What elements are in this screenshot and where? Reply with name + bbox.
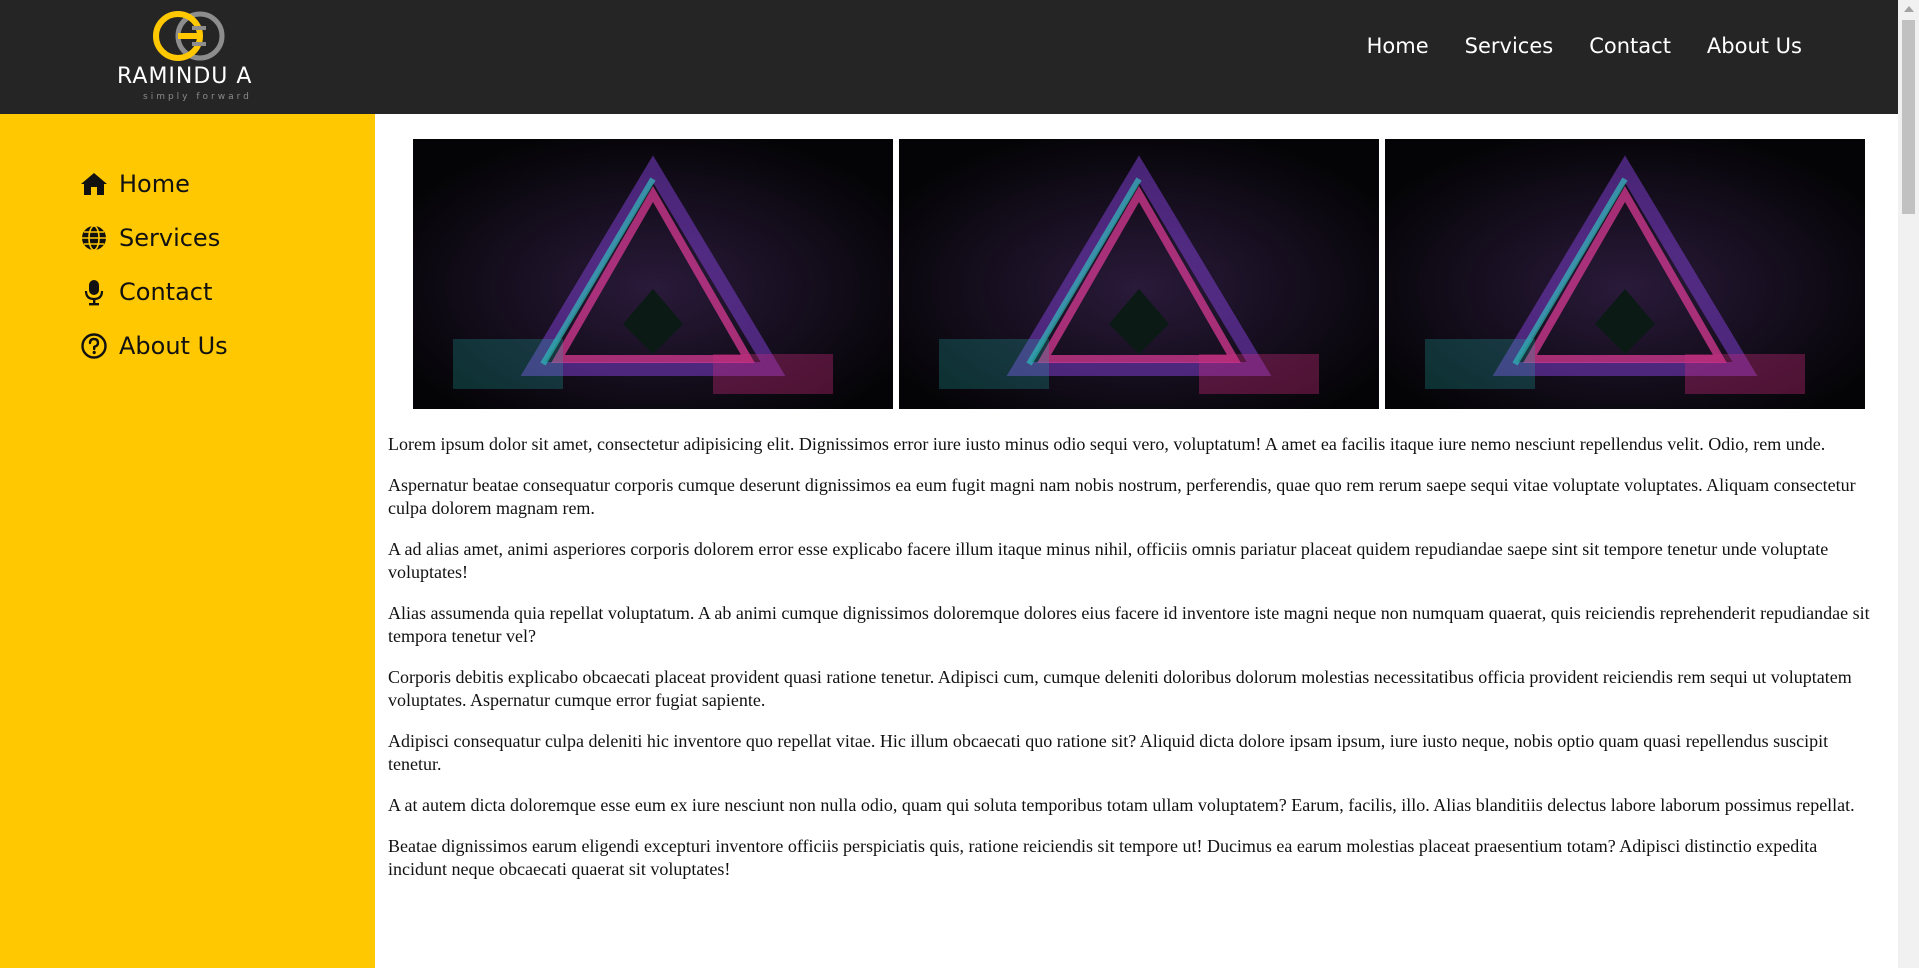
content-paragraph: Corporis debitis explicabo obcaecati pla… [388,667,1852,710]
scroll-thumb[interactable] [1902,20,1915,214]
globe-icon [82,225,106,251]
site-header: RAMINDU A simply forward Home Services C… [0,0,1898,114]
scroll-up-arrow-icon[interactable] [1904,6,1914,12]
gallery-image [1385,139,1865,409]
top-nav-contact[interactable]: Contact [1589,34,1671,58]
top-nav-home[interactable]: Home [1367,34,1429,58]
logo-mark-icon [153,11,225,61]
content-paragraph: Alias assumenda quia repellat voluptatum… [388,603,1870,646]
content-paragraph: Beatae dignissimos earum eligendi except… [388,836,1818,879]
top-nav-services[interactable]: Services [1465,34,1554,58]
logo-tagline: simply forward [143,92,252,102]
main-content: Lorem ipsum dolor sit amet, consectetur … [388,433,1875,899]
question-circle-icon [81,333,107,359]
content-paragraph: Adipisci consequatur culpa deleniti hic … [388,731,1829,774]
content-paragraph: A ad alias amet, animi asperiores corpor… [388,539,1829,582]
image-gallery [413,139,1865,409]
sidebar-item-label: Services [119,224,221,252]
vertical-scrollbar[interactable] [1898,0,1919,968]
sidebar-item-label: About Us [119,332,228,360]
content-paragraph: Lorem ipsum dolor sit amet, consectetur … [388,434,1826,454]
sidebar-item-home[interactable]: Home [80,170,190,198]
gallery-image [899,139,1379,409]
sidebar: Home Services Contact About Us [0,114,375,968]
sidebar-item-label: Home [119,170,190,198]
content-paragraph: Aspernatur beatae consequatur corporis c… [388,475,1856,518]
sidebar-item-contact[interactable]: Contact [80,278,212,306]
logo-name: RAMINDU A [117,64,253,89]
sidebar-item-about-us[interactable]: About Us [80,332,228,360]
logo[interactable]: RAMINDU A simply forward [115,8,265,103]
content-paragraph: A at autem dicta doloremque esse eum ex … [388,795,1855,815]
sidebar-item-label: Contact [119,278,213,306]
top-nav: Home Services Contact About Us [1367,34,1802,58]
top-nav-about-us[interactable]: About Us [1707,34,1802,58]
microphone-icon [84,280,104,306]
gallery-image [413,139,893,409]
sidebar-item-services[interactable]: Services [80,224,220,252]
home-icon [81,173,107,195]
